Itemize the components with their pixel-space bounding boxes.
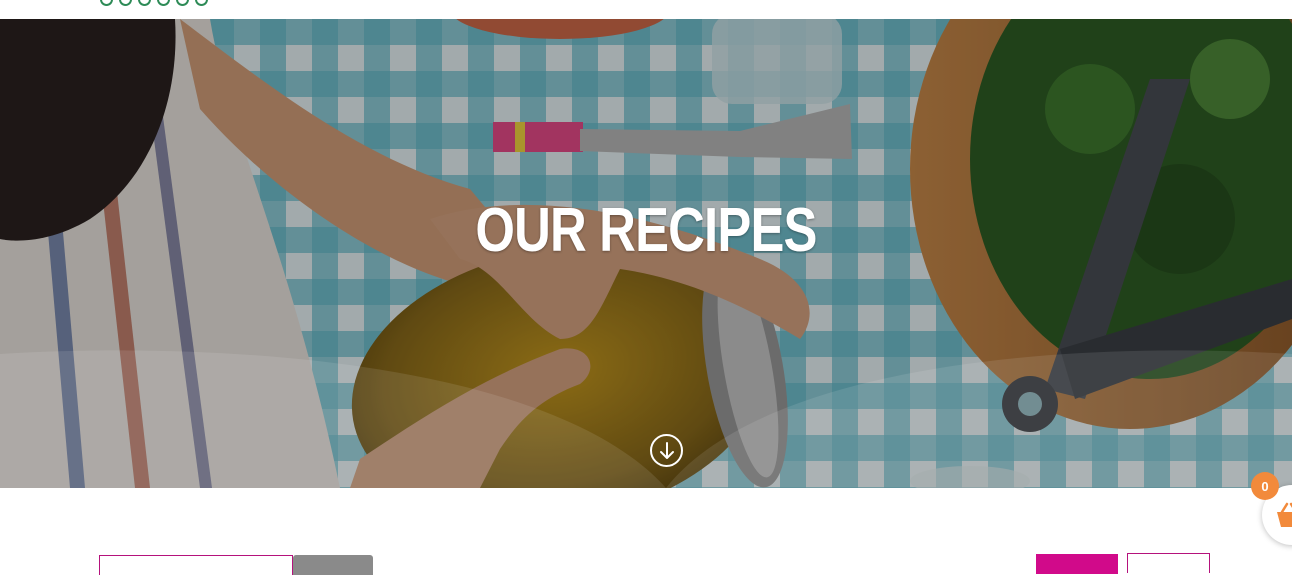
- arrow-down-circle-icon: [659, 441, 674, 459]
- filter-button[interactable]: [1127, 553, 1210, 573]
- site-header: [0, 0, 1292, 19]
- page-title: OUR RECIPES: [475, 196, 817, 265]
- hero-banner: OUR RECIPES: [0, 19, 1292, 488]
- shopping-basket-icon: [1277, 502, 1292, 527]
- search-input[interactable]: [99, 555, 293, 575]
- scroll-down-button[interactable]: [650, 434, 683, 467]
- site-logo[interactable]: [100, 0, 208, 6]
- cart-count-badge: 0: [1251, 472, 1279, 500]
- filter-button-active[interactable]: [1036, 554, 1118, 574]
- search-button[interactable]: [293, 555, 373, 575]
